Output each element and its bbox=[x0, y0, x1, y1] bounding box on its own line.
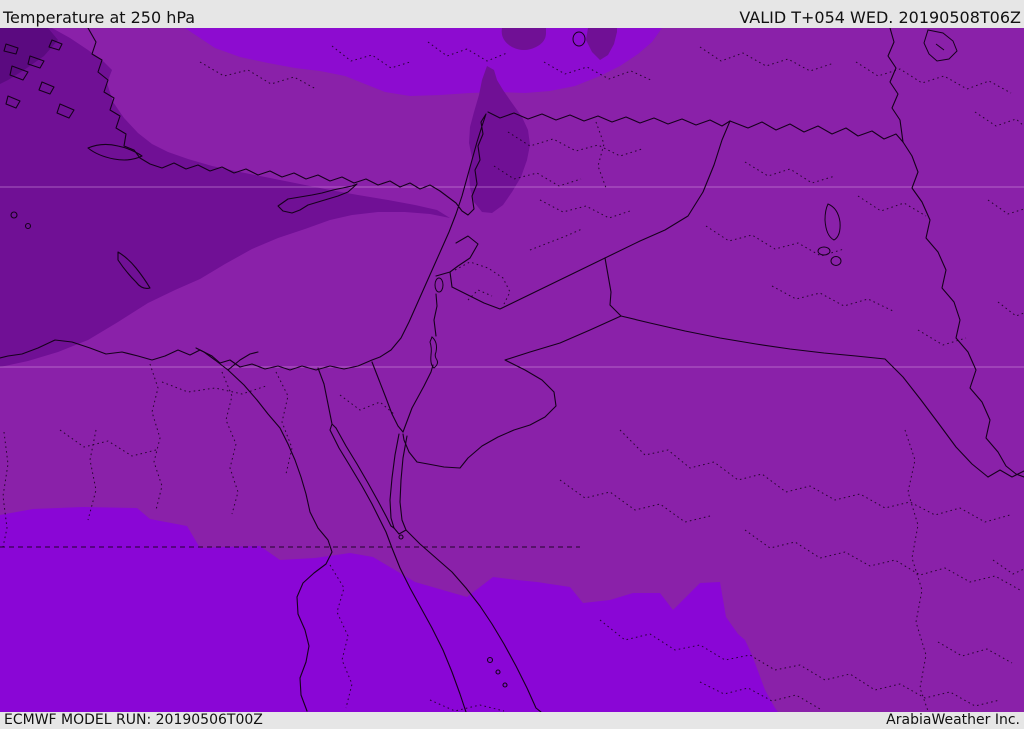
model-run-label: ECMWF MODEL RUN: 20190506T00Z bbox=[4, 712, 263, 729]
brand-label: ArabiaWeather Inc. bbox=[886, 712, 1020, 729]
footer-bar: ECMWF MODEL RUN: 20190506T00Z ArabiaWeat… bbox=[0, 712, 1024, 729]
page-title: Temperature at 250 hPa bbox=[3, 8, 196, 28]
valid-time-label: VALID T+054 WED. 20190508T06Z bbox=[739, 8, 1021, 28]
weather-map-screen: Temperature at 250 hPa VALID T+054 WED. … bbox=[0, 0, 1024, 729]
temperature-fill-regions bbox=[0, 28, 1024, 712]
temperature-map bbox=[0, 28, 1024, 712]
header-bar: Temperature at 250 hPa VALID T+054 WED. … bbox=[0, 0, 1024, 28]
